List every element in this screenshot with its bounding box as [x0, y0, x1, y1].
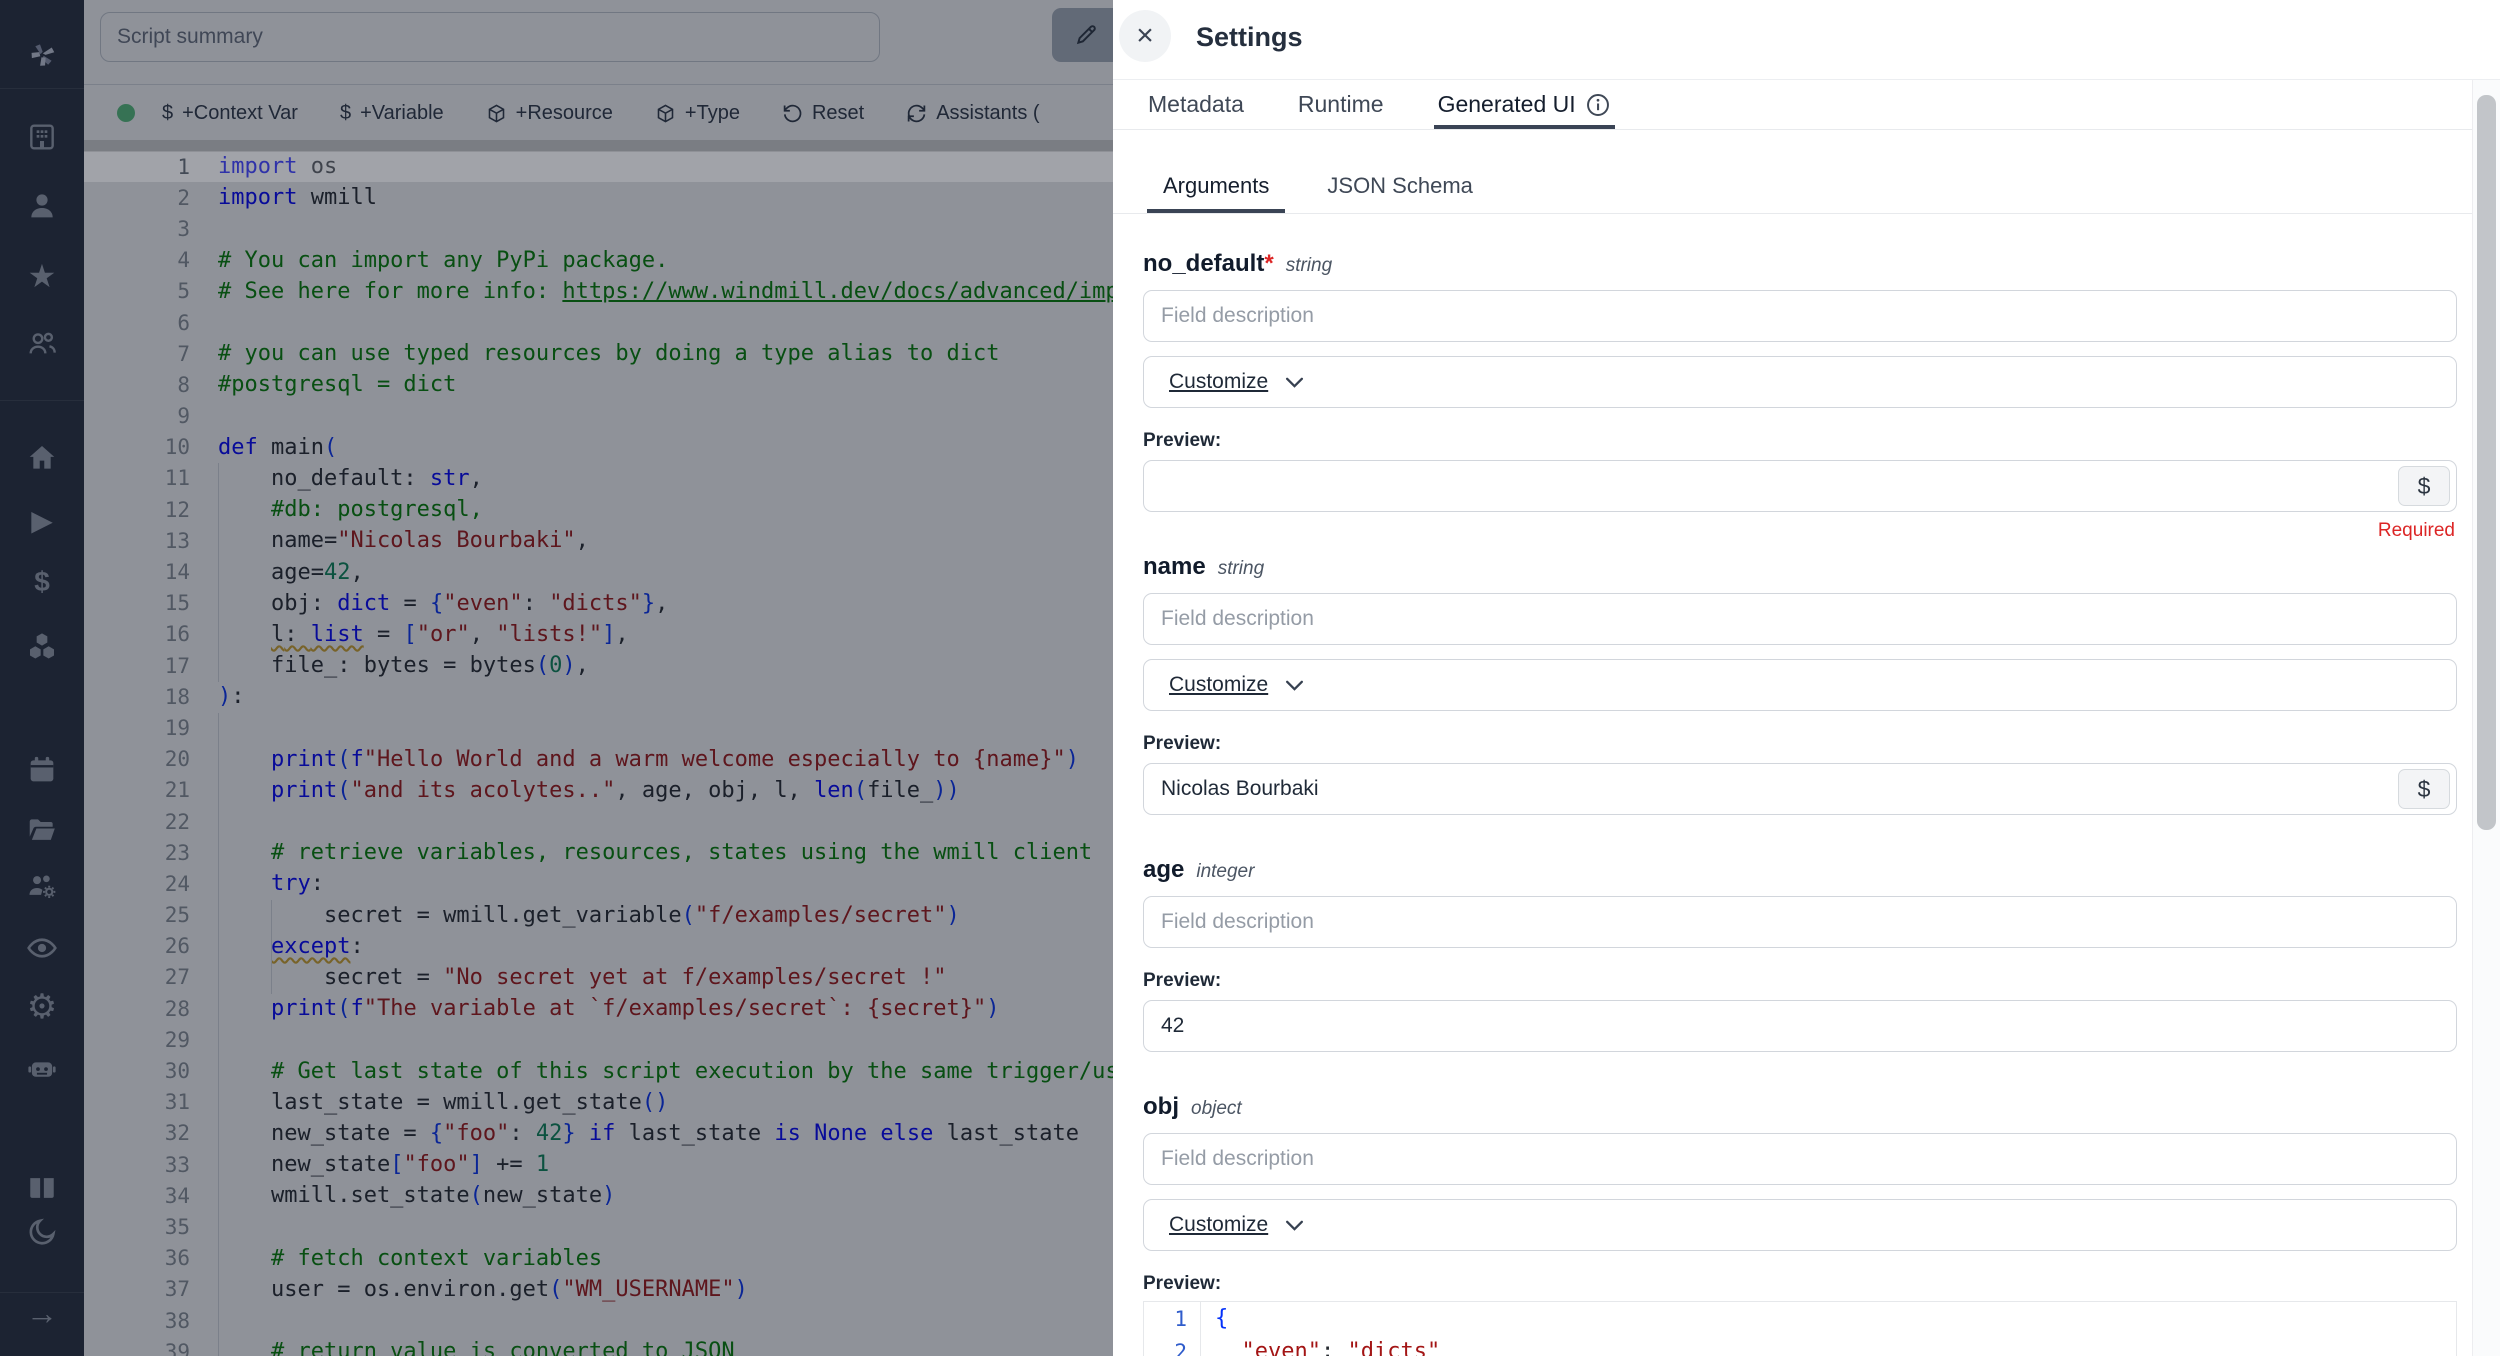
- tab-metadata[interactable]: Metadata: [1148, 80, 1244, 129]
- close-icon[interactable]: ×: [1119, 10, 1171, 62]
- preview-label: Preview:: [1143, 733, 2457, 757]
- windmill-app: ★▶$⚙→ $+Context Var$+Variable+Resource+T…: [0, 0, 2500, 1356]
- required-asterisk: *: [1264, 250, 1273, 278]
- preview-input-name[interactable]: [1143, 763, 2457, 815]
- field-description-input-no_default[interactable]: [1143, 290, 2457, 342]
- chevron-down-icon[interactable]: [1268, 376, 1305, 389]
- code-token: "even": [1242, 1339, 1321, 1356]
- settings-drawer: × Settings Metadata Runtime Generated UI A…: [1113, 0, 2500, 1356]
- scrollbar-thumb[interactable]: [2477, 95, 2496, 830]
- field-label-obj: obj object: [1143, 1093, 2457, 1123]
- preview-code-line: 1{: [1144, 1302, 2456, 1335]
- tab-generated-ui[interactable]: Generated UI: [1438, 80, 1611, 129]
- line-number: 2: [1144, 1335, 1201, 1356]
- customize-section-name: Customize: [1143, 659, 2457, 711]
- preview-input-age[interactable]: [1143, 1000, 2457, 1052]
- tab-label: Runtime: [1298, 91, 1384, 118]
- tab-label: Metadata: [1148, 91, 1244, 118]
- required-note: Required: [2378, 520, 2455, 542]
- preview-label: Preview:: [1143, 430, 2457, 454]
- code-text: {: [1201, 1306, 1228, 1331]
- variable-picker-button[interactable]: $: [2398, 769, 2450, 809]
- settings-title: Settings: [1196, 22, 1303, 53]
- field-label-name: name string: [1143, 553, 2457, 583]
- field-type: object: [1191, 1098, 1242, 1120]
- code-token: "dicts": [1347, 1339, 1440, 1356]
- preview-input-wrap: [1143, 1000, 2457, 1052]
- field-type: string: [1218, 558, 1264, 580]
- field-name: name: [1143, 553, 1206, 581]
- line-number: 1: [1144, 1302, 1201, 1335]
- tab-label: Generated UI: [1438, 91, 1576, 118]
- chevron-down-icon[interactable]: [1268, 679, 1305, 692]
- code-token: [1215, 1339, 1242, 1356]
- preview-input-wrap: $Required: [1143, 460, 2457, 512]
- code-token: {: [1215, 1306, 1228, 1331]
- arguments-fields: no_default*stringCustomizePreview:$Requi…: [1143, 214, 2457, 1356]
- field-label-no_default: no_default* string: [1143, 250, 2457, 280]
- preview-json-editor[interactable]: 1{2 "even": "dicts": [1143, 1301, 2457, 1356]
- preview-label: Preview:: [1143, 1273, 2457, 1297]
- customize-section-obj: Customize: [1143, 1199, 2457, 1251]
- field-name: obj: [1143, 1093, 1179, 1121]
- settings-scrollbar[interactable]: [2472, 80, 2500, 1356]
- customize-section-no_default: Customize: [1143, 356, 2457, 408]
- field-name: age: [1143, 856, 1184, 884]
- field-type: string: [1286, 255, 1332, 277]
- code-token: :: [1321, 1339, 1348, 1356]
- subtab-json-schema[interactable]: JSON Schema: [1311, 159, 1489, 213]
- preview-input-no_default[interactable]: [1143, 460, 2457, 512]
- field-name: no_default: [1143, 250, 1264, 278]
- generated-ui-subtabs: Arguments JSON Schema: [1113, 130, 2500, 214]
- variable-picker-button[interactable]: $: [2398, 466, 2450, 506]
- field-description-input-obj[interactable]: [1143, 1133, 2457, 1185]
- chevron-down-icon[interactable]: [1268, 1219, 1305, 1232]
- settings-header: × Settings: [1113, 0, 2500, 80]
- customize-toggle[interactable]: Customize: [1169, 370, 1268, 394]
- info-icon[interactable]: [1585, 92, 1611, 118]
- code-text: "even": "dicts": [1201, 1339, 1440, 1356]
- field-description-input-age[interactable]: [1143, 896, 2457, 948]
- settings-tabs: Metadata Runtime Generated UI: [1113, 80, 2500, 130]
- tab-runtime[interactable]: Runtime: [1298, 80, 1384, 129]
- preview-code-line: 2 "even": "dicts": [1144, 1335, 2456, 1356]
- current-line-highlight: [84, 151, 1113, 182]
- customize-toggle[interactable]: Customize: [1169, 673, 1268, 697]
- subtab-arguments[interactable]: Arguments: [1147, 159, 1285, 213]
- modal-backdrop[interactable]: [0, 0, 1113, 1356]
- field-description-input-name[interactable]: [1143, 593, 2457, 645]
- customize-toggle[interactable]: Customize: [1169, 1213, 1268, 1237]
- preview-label: Preview:: [1143, 970, 2457, 994]
- field-type: integer: [1196, 861, 1254, 883]
- preview-input-wrap: $: [1143, 763, 2457, 815]
- field-label-age: age integer: [1143, 856, 2457, 886]
